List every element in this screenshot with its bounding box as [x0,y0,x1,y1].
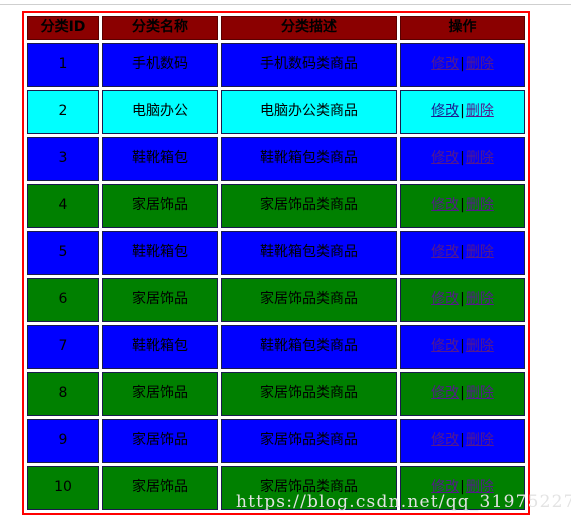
table-body: 1 手机数码 手机数码类商品 修改|删除 2 电脑办公 电脑办公类商品 修改|删除 3 鞋靴箱包鞋… [27,43,525,510]
cell-category-id: 5 [27,231,99,275]
table-header-row: 分类ID 分类名称 分类描述 操作 [27,16,525,40]
cell-category-description: 手机数码类商品 [221,43,397,87]
table-row: 4 家居饰品 家居饰品类商品 修改|删除 [27,184,525,228]
cell-category-id: 4 [27,184,99,228]
cell-category-description: 家居饰品类商品 [221,184,397,228]
page-top-rule [0,4,571,5]
cell-category-name: 鞋靴箱包 [102,137,218,181]
operations-separator: | [460,150,465,167]
operations-separator: | [460,291,465,308]
cell-category-name: 家居饰品 [102,184,218,228]
delete-link[interactable]: 删除 [466,385,494,401]
edit-link[interactable]: 修改 [431,291,459,307]
cell-category-name: 鞋靴箱包 [102,231,218,275]
operations-separator: | [460,56,465,73]
cell-category-name: 电脑办公 [102,90,218,134]
cell-operations: 修改|删除 [400,137,525,181]
operations-separator: | [460,385,465,402]
delete-link[interactable]: 删除 [466,103,494,119]
delete-link[interactable]: 删除 [466,56,494,72]
edit-link[interactable]: 修改 [431,432,459,448]
table-row: 6 家居饰品 家居饰品类商品 修改|删除 [27,278,525,322]
table-row: 5 鞋靴箱包 鞋靴箱包类商品 修改|删除 [27,231,525,275]
cell-category-name: 家居饰品 [102,466,218,510]
cell-operations: 修改|删除 [400,278,525,322]
table-row: 2 电脑办公 电脑办公类商品 修改|删除 [27,90,525,134]
category-table: 分类ID 分类名称 分类描述 操作 1 手机数码 手机数码类商品 修改|删除 2 电脑办公… [22,11,530,515]
cell-category-id: 6 [27,278,99,322]
table-row: 9 家居饰品 家居饰品类商品 修改|删除 [27,419,525,463]
operations-separator: | [460,244,465,261]
table-row: 7 鞋靴箱包 鞋靴箱包类商品 修改|删除 [27,325,525,369]
delete-link[interactable]: 删除 [466,432,494,448]
category-table-container: 分类ID 分类名称 分类描述 操作 1 手机数码 手机数码类商品 修改|删除 2 电脑办公… [22,11,530,515]
watermark-text: https://blog.csdn.net/qq_31975227 [236,492,571,512]
edit-link[interactable]: 修改 [431,103,459,119]
cell-category-name: 家居饰品 [102,372,218,416]
operations-separator: | [460,432,465,449]
cell-category-id: 2 [27,90,99,134]
column-header-category-name: 分类名称 [102,16,218,40]
cell-category-id: 9 [27,419,99,463]
delete-link[interactable]: 删除 [466,197,494,213]
cell-operations: 修改|删除 [400,184,525,228]
cell-category-description: 鞋靴箱包类商品 [221,231,397,275]
cell-category-id: 10 [27,466,99,510]
delete-link[interactable]: 删除 [466,244,494,260]
cell-category-id: 7 [27,325,99,369]
table-row: 8 家居饰品 家居饰品类商品 修改|删除 [27,372,525,416]
cell-category-description: 鞋靴箱包类商品 [221,137,397,181]
cell-operations: 修改|删除 [400,43,525,87]
delete-link[interactable]: 删除 [466,338,494,354]
table-header: 分类ID 分类名称 分类描述 操作 [27,16,525,40]
cell-category-name: 鞋靴箱包 [102,325,218,369]
cell-operations: 修改|删除 [400,325,525,369]
operations-separator: | [460,103,465,120]
edit-link[interactable]: 修改 [431,244,459,260]
cell-operations: 修改|删除 [400,90,525,134]
edit-link[interactable]: 修改 [431,56,459,72]
cell-category-id: 3 [27,137,99,181]
edit-link[interactable]: 修改 [431,385,459,401]
edit-link[interactable]: 修改 [431,338,459,354]
cell-operations: 修改|删除 [400,419,525,463]
operations-separator: | [460,197,465,214]
cell-category-name: 家居饰品 [102,278,218,322]
cell-operations: 修改|删除 [400,372,525,416]
cell-category-description: 家居饰品类商品 [221,278,397,322]
cell-category-id: 8 [27,372,99,416]
cell-category-description: 家居饰品类商品 [221,372,397,416]
delete-link[interactable]: 删除 [466,291,494,307]
cell-operations: 修改|删除 [400,231,525,275]
operations-separator: | [460,338,465,355]
edit-link[interactable]: 修改 [431,197,459,213]
cell-category-name: 手机数码 [102,43,218,87]
cell-category-description: 鞋靴箱包类商品 [221,325,397,369]
table-row: 3 鞋靴箱包 鞋靴箱包类商品 修改|删除 [27,137,525,181]
column-header-category-desc: 分类描述 [221,16,397,40]
cell-category-description: 电脑办公类商品 [221,90,397,134]
cell-category-description: 家居饰品类商品 [221,419,397,463]
column-header-category-id: 分类ID [27,16,99,40]
table-row: 1 手机数码 手机数码类商品 修改|删除 [27,43,525,87]
cell-category-name: 家居饰品 [102,419,218,463]
cell-category-id: 1 [27,43,99,87]
column-header-operations: 操作 [400,16,525,40]
delete-link[interactable]: 删除 [466,150,494,166]
edit-link[interactable]: 修改 [431,150,459,166]
